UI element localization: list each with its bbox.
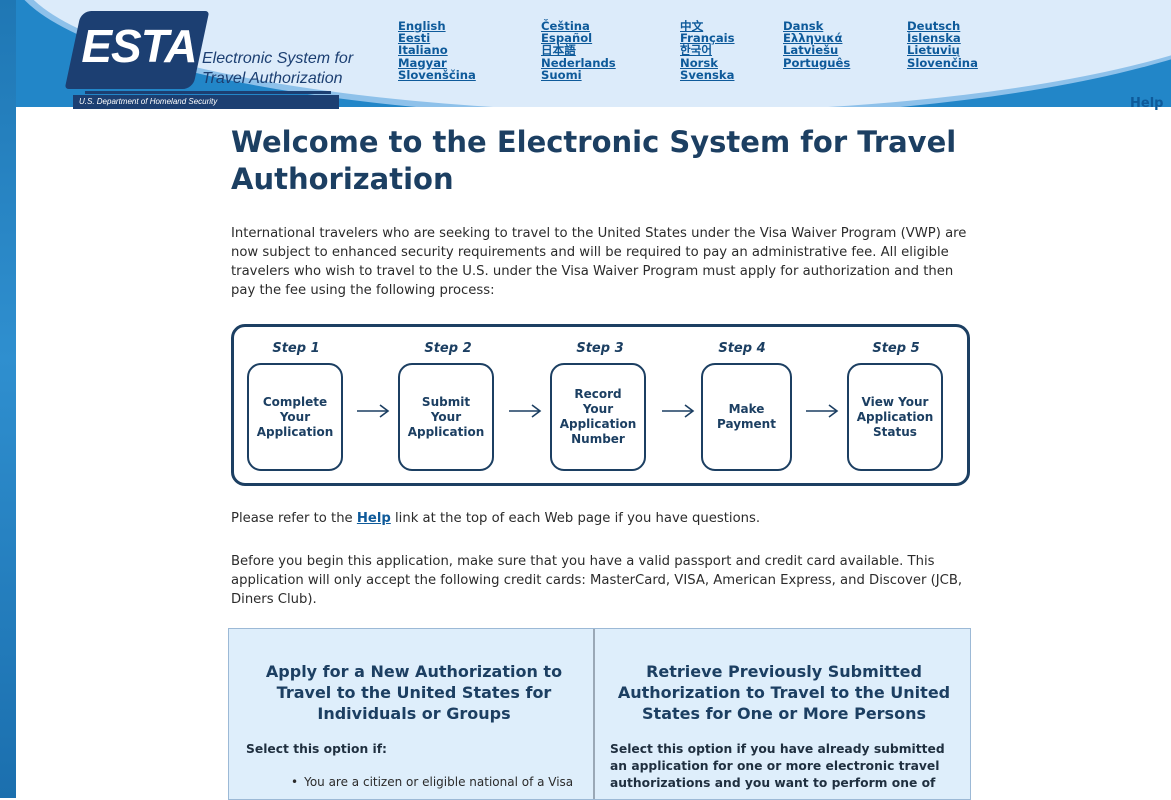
help-note-after: link at the top of each Web page if you … (390, 511, 761, 526)
step-1-label: Step 1 (272, 341, 320, 356)
left-frame (0, 0, 16, 798)
language-selector: English Eesti Italiano Magyar Slovenščin… (398, 20, 1018, 100)
arrow-icon (357, 404, 390, 418)
language-column-4: Dansk Ελληνικά Latviešu Português (783, 20, 850, 69)
process-steps: Step 1 Complete Your Application Step 2 … (231, 324, 970, 486)
step-5-box: View Your Application Status (847, 363, 943, 471)
help-link[interactable]: Help (1130, 96, 1163, 111)
logo-rule (85, 91, 331, 94)
arrow-icon (662, 404, 695, 418)
step-3-text: Your (582, 402, 614, 416)
language-link-portugues[interactable]: Português (783, 56, 850, 68)
help-note: Please refer to the Help link at the top… (231, 509, 971, 528)
step-3-text: Number (571, 432, 625, 446)
application-options: Apply for a New Authorization to Travel … (228, 628, 971, 800)
language-column-5: Deutsch Íslenska Lietuvių Slovenčina (907, 20, 978, 69)
options-divider (593, 629, 595, 799)
new-application-title[interactable]: Apply for a New Authorization to Travel … (245, 661, 583, 724)
step-5-text: Application (856, 409, 934, 424)
language-link-lietuviu[interactable]: Lietuvių (907, 44, 978, 56)
step-3-text: Record (574, 387, 622, 401)
step-1-text: Your (279, 409, 311, 424)
step-5-text: Status (873, 424, 917, 439)
step-4-box: Make Payment (701, 363, 792, 471)
step-2-box: Submit Your Application (398, 363, 494, 471)
page-title: Welcome to the Electronic System for Tra… (231, 125, 957, 196)
step-3-label: Step 3 (576, 341, 624, 356)
language-link-svenska[interactable]: Svenska (680, 69, 735, 81)
language-link-italiano[interactable]: Italiano (398, 44, 476, 56)
language-link-norsk[interactable]: Norsk (680, 56, 735, 68)
new-application-subtitle: Select this option if: (246, 742, 387, 756)
bullet-icon: • (291, 775, 299, 789)
credit-card-note: Before you begin this application, make … (231, 554, 963, 607)
language-column-2: Čeština Español 日本語 Nederlands Suomi (541, 20, 616, 81)
language-link-korean[interactable]: 한국어 (680, 44, 735, 56)
step-1-text: Application (256, 424, 334, 439)
step-5-text: View Your (861, 394, 929, 409)
step-3-box: Record Your Application Number (550, 363, 646, 471)
language-link-slovencina[interactable]: Slovenčina (907, 56, 978, 68)
logo-name-line1: Electronic System for (202, 50, 354, 67)
step-4-label: Step 4 (718, 341, 766, 356)
inline-help-link[interactable]: Help (357, 511, 391, 526)
logo-department: U.S. Department of Homeland Security (73, 95, 339, 109)
step-4-text: Payment (717, 417, 776, 431)
language-link-japanese[interactable]: 日本語 (541, 44, 616, 56)
arrow-icon (509, 404, 542, 418)
step-2-text: Your (430, 409, 462, 424)
step-1-text: Complete (262, 394, 328, 409)
language-column-3: 中文 Français 한국어 Norsk Svenska (680, 20, 735, 81)
step-2-text: Submit (421, 394, 471, 409)
new-application-bullet: • You are a citizen or eligible national … (291, 774, 591, 791)
language-link-nederlands[interactable]: Nederlands (541, 56, 616, 68)
logo-badge-text: ESTA (81, 20, 197, 72)
retrieve-application-title[interactable]: Retrieve Previously Submitted Authorizat… (611, 661, 957, 724)
esta-logo[interactable]: ESTA Electronic System for Travel Author… (64, 11, 353, 109)
language-link-magyar[interactable]: Magyar (398, 56, 476, 68)
language-link-slovenscina[interactable]: Slovenščina (398, 69, 476, 81)
step-2-text: Application (407, 424, 485, 439)
step-2-label: Step 2 (424, 341, 472, 356)
logo-name: Electronic System for Travel Authorizati… (202, 49, 362, 89)
language-column-1: English Eesti Italiano Magyar Slovenščin… (398, 20, 476, 81)
logo-name-line2: Travel Authorization (202, 70, 343, 87)
step-3-text: Application (559, 417, 637, 431)
language-link-suomi[interactable]: Suomi (541, 69, 616, 81)
step-4-text: Make (728, 402, 765, 416)
help-note-before: Please refer to the (231, 511, 357, 526)
retrieve-application-subtitle: Select this option if you have already s… (610, 742, 945, 790)
new-application-bullet-text: You are a citizen or eligible national o… (304, 775, 574, 789)
step-5-label: Step 5 (872, 341, 920, 356)
step-1-box: Complete Your Application (247, 363, 343, 471)
arrow-icon (806, 404, 839, 418)
language-link-latviesu[interactable]: Latviešu (783, 44, 850, 56)
intro-paragraph: International travelers who are seeking … (231, 226, 967, 298)
